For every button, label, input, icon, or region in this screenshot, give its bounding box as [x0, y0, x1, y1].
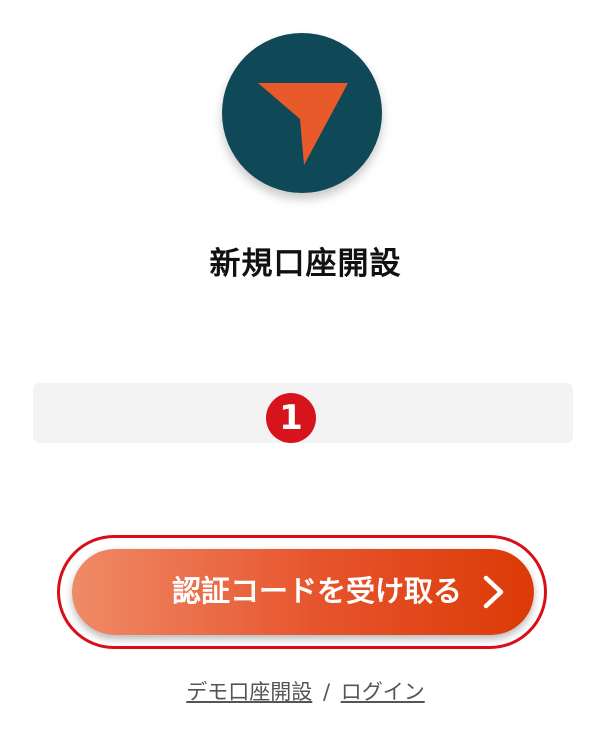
footer-links: デモ口座開設 / ログイン [0, 676, 611, 706]
demo-account-link[interactable]: デモ口座開設 [186, 680, 312, 704]
code-input-field[interactable] [33, 383, 573, 443]
chevron-right-icon [483, 575, 504, 609]
signup-page: 新規口座開設 1 認証コードを受け取る デモ口座開設 / ログイン [0, 0, 611, 732]
brand-logo [222, 33, 382, 193]
login-link[interactable]: ログイン [341, 680, 425, 704]
receive-code-button[interactable]: 認証コードを受け取る [72, 549, 534, 635]
receive-code-button-label: 認証コードを受け取る [171, 576, 462, 608]
page-title: 新規口座開設 [209, 246, 402, 282]
arrow-logo-icon [258, 83, 348, 165]
link-separator: / [322, 680, 331, 704]
